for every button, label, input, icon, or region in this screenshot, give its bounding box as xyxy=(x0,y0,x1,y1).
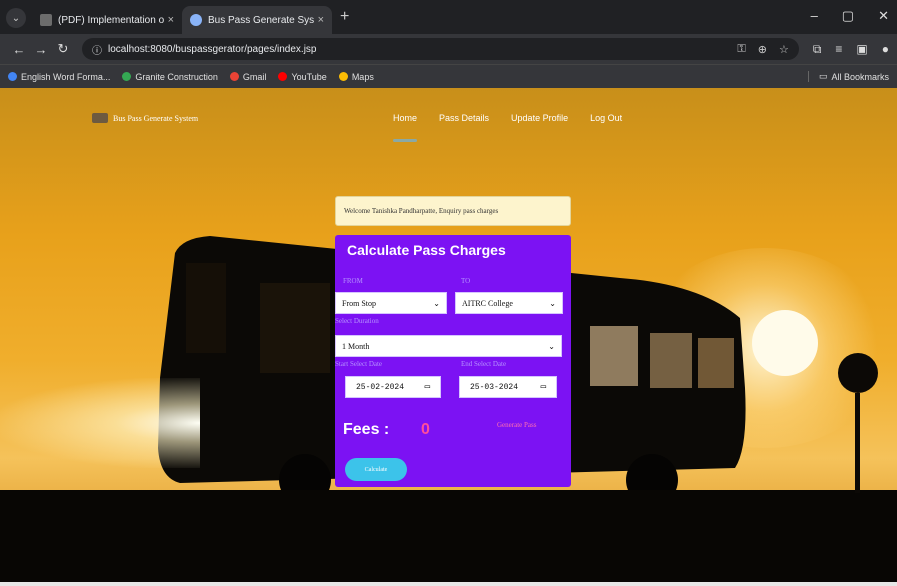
extensions-icon[interactable]: ⧉ xyxy=(813,42,822,57)
welcome-banner: Welcome Tanishka Pandharpatte, Enquiry p… xyxy=(335,196,571,226)
nav-home[interactable]: Home xyxy=(393,113,418,142)
zoom-icon[interactable]: ⊕ xyxy=(758,43,767,56)
bookmark-icon xyxy=(122,72,132,81)
gmail-icon xyxy=(229,72,239,81)
browser-tab-strip: ⌄ (PDF) Implementation of an Eff × Bus P… xyxy=(0,0,897,34)
reload-button[interactable]: ↻ xyxy=(52,41,74,57)
nav-pass-details[interactable]: Pass Details xyxy=(439,113,489,123)
close-icon[interactable]: × xyxy=(168,14,174,26)
headlight-glow xyxy=(0,378,200,468)
web-page: Bus Pass Generate System Home Pass Detai… xyxy=(0,88,897,582)
pass-charges-card: Calculate Pass Charges FROM From Stop ⌄ T… xyxy=(335,235,571,487)
chevron-down-icon: ⌄ xyxy=(548,341,555,351)
bus-logo-icon xyxy=(92,113,108,123)
from-select[interactable]: From Stop ⌄ xyxy=(335,292,447,314)
chevron-down-icon: ⌄ xyxy=(433,298,440,308)
start-date-label: Start Select Date xyxy=(335,360,383,368)
duration-select[interactable]: 1 Month ⌄ xyxy=(335,335,562,357)
brand-title: Bus Pass Generate System xyxy=(113,113,199,123)
nav-update-profile[interactable]: Update Profile xyxy=(511,113,568,123)
main-menu: Home Pass Details Update Profile Log Out xyxy=(393,113,622,142)
tab-bus-pass[interactable]: Bus Pass Generate System × xyxy=(182,6,332,34)
site-navbar: Bus Pass Generate System Home Pass Detai… xyxy=(0,88,897,148)
bookmark-maps[interactable]: Maps xyxy=(338,72,374,82)
tab-pdf[interactable]: (PDF) Implementation of an Eff × xyxy=(32,6,182,34)
calendar-icon[interactable]: ▭ xyxy=(425,382,430,392)
maximize-button[interactable]: ▢ xyxy=(842,8,854,24)
fees-value: 0 xyxy=(421,421,430,438)
url-text: localhost:8080/buspassgerator/pages/inde… xyxy=(108,43,317,55)
tab-title: Bus Pass Generate System xyxy=(208,14,314,26)
generate-pass-link[interactable]: Generate Pass xyxy=(497,421,536,429)
bookmark-youtube[interactable]: YouTube xyxy=(278,72,327,82)
address-bar: ← → ↻ ⓘ localhost:8080/buspassgerator/pa… xyxy=(0,34,897,64)
globe-favicon-icon xyxy=(190,14,202,26)
folder-icon: ▭ xyxy=(818,71,828,81)
from-label: FROM xyxy=(343,277,363,285)
bus-stop-pole xyxy=(855,393,860,493)
site-info-icon[interactable]: ⓘ xyxy=(92,42,102,57)
new-tab-button[interactable]: + xyxy=(340,8,349,26)
bookmark-gmail[interactable]: Gmail xyxy=(229,72,266,82)
site-brand[interactable]: Bus Pass Generate System xyxy=(92,113,198,123)
back-button[interactable]: ← xyxy=(8,42,30,57)
page-bottom-edge xyxy=(0,582,897,586)
window-controls: – ▢ ✕ xyxy=(811,8,889,24)
pdf-favicon-icon xyxy=(40,14,52,26)
bookmark-granite[interactable]: Granite Construction xyxy=(122,72,218,82)
bus-stop-sign xyxy=(838,353,878,393)
calendar-icon[interactable]: ▭ xyxy=(541,382,546,392)
to-select[interactable]: AITRC College ⌄ xyxy=(455,292,563,314)
minimize-button[interactable]: – xyxy=(811,8,818,24)
youtube-icon xyxy=(278,72,288,81)
tab-title: (PDF) Implementation of an Eff xyxy=(58,14,164,26)
end-date-input[interactable]: 25-03-2024 ▭ xyxy=(459,376,557,398)
chevron-down-icon[interactable]: ⌄ xyxy=(6,8,26,28)
reading-list-icon[interactable]: ≡ xyxy=(835,42,842,57)
bookmarks-bar: English Word Forma... Granite Constructi… xyxy=(0,64,897,88)
close-window-button[interactable]: ✕ xyxy=(878,8,889,24)
nav-log-out[interactable]: Log Out xyxy=(590,113,622,123)
duration-label: Select Duration xyxy=(335,317,379,325)
card-title: Calculate Pass Charges xyxy=(347,242,506,258)
close-icon[interactable]: × xyxy=(318,14,324,26)
url-input[interactable]: ⓘ localhost:8080/buspassgerator/pages/in… xyxy=(82,38,799,60)
key-icon[interactable]: ⚿ xyxy=(737,43,745,56)
bookmark-english-word[interactable]: English Word Forma... xyxy=(8,72,110,82)
end-date-label: End Select Date xyxy=(461,360,507,368)
all-bookmarks[interactable]: ▭ All Bookmarks xyxy=(807,71,889,82)
star-icon[interactable]: ☆ xyxy=(779,43,789,56)
bookmark-icon xyxy=(8,72,17,81)
ground xyxy=(0,490,897,582)
side-panel-icon[interactable]: ▣ xyxy=(856,42,867,57)
chevron-down-icon: ⌄ xyxy=(549,298,556,308)
profile-icon[interactable]: ● xyxy=(882,42,889,57)
maps-icon xyxy=(338,72,348,81)
start-date-input[interactable]: 25-02-2024 ▭ xyxy=(345,376,441,398)
to-label: TO xyxy=(461,277,471,285)
calculate-button[interactable]: Calculate xyxy=(345,458,407,481)
fees-label: Fees : xyxy=(343,421,390,438)
forward-button[interactable]: → xyxy=(30,42,52,57)
